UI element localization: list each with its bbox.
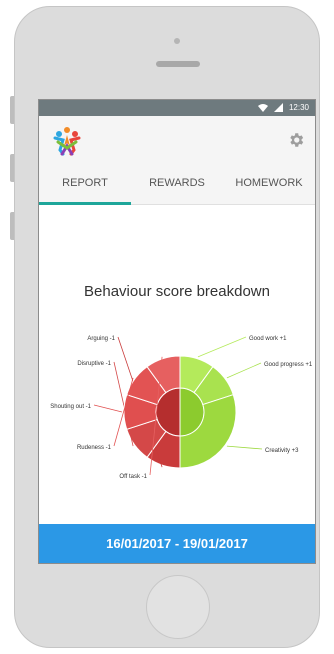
positive-leader-3 <box>226 445 263 450</box>
phone-side-button <box>10 96 14 124</box>
chart-title: Behaviour score breakdown <box>84 283 270 300</box>
date-range-bar[interactable]: 16/01/2017 - 19/01/2017 <box>39 524 315 563</box>
gear-icon[interactable] <box>287 131 305 149</box>
phone-side-button <box>10 212 14 240</box>
phone-home-button[interactable] <box>146 575 210 639</box>
app-mockup: 12:30 REPORT REWARDS HOMEWORK Behaviour … <box>0 0 334 654</box>
positive-label-2: Good progress +1 <box>264 362 313 368</box>
signal-icon <box>273 103 283 112</box>
phone-camera <box>174 38 180 44</box>
negative-label-2: Disruptive -1 <box>77 361 111 367</box>
tab-report[interactable]: REPORT <box>39 164 131 205</box>
app-header <box>39 116 315 164</box>
negative-label-1: Arguing -1 <box>87 336 115 342</box>
wifi-icon <box>257 103 268 112</box>
behaviour-breakdown-chart: Good work +1 Good progress +1 Creativity +… <box>50 336 313 480</box>
tab-bar: REPORT REWARDS HOMEWORK <box>39 164 315 205</box>
status-bar: 12:30 <box>39 100 315 116</box>
phone-side-button <box>10 154 14 182</box>
people-logo-icon <box>52 126 82 156</box>
tab-homework[interactable]: HOMEWORK <box>223 164 315 204</box>
positive-leader-2 <box>226 362 262 379</box>
phone-screen: 12:30 REPORT REWARDS HOMEWORK Behaviour … <box>38 99 316 564</box>
tab-rewards[interactable]: REWARDS <box>131 164 223 204</box>
negative-leader-3 <box>93 404 123 413</box>
positive-label-1: Good work +1 <box>249 336 287 342</box>
negative-label-4: Rudeness -1 <box>77 445 112 451</box>
status-icons: 12:30 <box>257 103 309 112</box>
status-time: 12:30 <box>288 103 309 112</box>
negative-label-5: Off task -1 <box>119 474 147 480</box>
positive-label-3: Creativity +3 <box>265 448 299 454</box>
positive-leader-1 <box>197 336 247 358</box>
phone-speaker <box>156 61 200 67</box>
negative-label-3: Shouting out -1 <box>50 404 91 410</box>
